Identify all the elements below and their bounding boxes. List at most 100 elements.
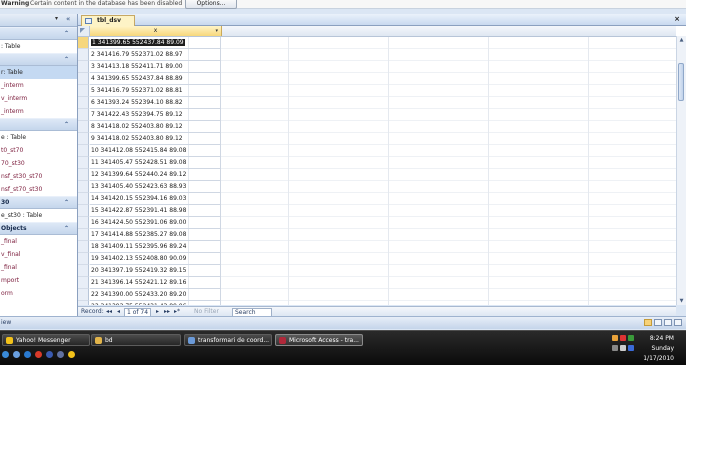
datasheet-view-icon[interactable] bbox=[644, 319, 652, 326]
table-cell[interactable]: 19 341402.13 552408.80 90.09 bbox=[90, 253, 221, 265]
nav-item-query[interactable]: t0_st70 bbox=[0, 144, 77, 157]
record-selector[interactable] bbox=[78, 37, 89, 49]
design-view-icon[interactable] bbox=[674, 319, 682, 326]
table-cell[interactable]: 9 341418.02 552403.80 89.12 bbox=[90, 133, 221, 145]
table-cell[interactable]: 7 341422.43 552394.75 89.12 bbox=[90, 109, 221, 121]
table-row[interactable]: 21 341396.14 552421.12 89.16 bbox=[78, 277, 222, 289]
network-icon[interactable] bbox=[628, 335, 634, 341]
vertical-scrollbar[interactable]: ▲ ▼ bbox=[676, 36, 686, 305]
nav-item-query[interactable]: nsf_st70_st30 bbox=[0, 183, 77, 196]
taskbar-button[interactable]: Yahoo! Messenger bbox=[2, 334, 90, 346]
record-selector[interactable] bbox=[78, 49, 89, 61]
close-document-icon[interactable]: × bbox=[674, 14, 680, 24]
table-row[interactable]: 12 341399.64 552440.24 89.12 bbox=[78, 169, 222, 181]
chevron-up-icon[interactable]: ⌃ bbox=[64, 223, 69, 234]
table-cell[interactable]: 14 341420.15 552394.16 89.03 bbox=[90, 193, 221, 205]
nav-group-header[interactable]: Objects ⌃ bbox=[0, 222, 77, 235]
table-cell[interactable]: 17 341414.88 552385.27 89.08 bbox=[90, 229, 221, 241]
record-selector[interactable] bbox=[78, 301, 89, 305]
nav-item-query[interactable]: nsf_st30_st70 bbox=[0, 170, 77, 183]
record-selector[interactable] bbox=[78, 61, 89, 73]
table-row[interactable]: 18 341409.11 552395.96 89.24 bbox=[78, 241, 222, 253]
record-selector[interactable] bbox=[78, 217, 89, 229]
scroll-down-icon[interactable]: ▼ bbox=[677, 297, 686, 305]
nav-item-query[interactable]: _final bbox=[0, 235, 77, 248]
windows-orb-icon[interactable] bbox=[2, 351, 9, 358]
table-cell[interactable]: 6 341393.24 552394.10 88.82 bbox=[90, 97, 221, 109]
nav-item-query[interactable]: _interm bbox=[0, 105, 77, 118]
table-cell[interactable]: 23 341393.75 552431.43 89.06 bbox=[90, 301, 221, 305]
display-icon[interactable] bbox=[628, 345, 634, 351]
taskbar-button[interactable]: bd bbox=[91, 334, 181, 346]
table-row[interactable]: 19 341402.13 552408.80 90.09 bbox=[78, 253, 222, 265]
chevron-up-icon[interactable]: ⌃ bbox=[64, 54, 69, 65]
table-cell[interactable]: 5 341416.79 552371.02 88.81 bbox=[90, 85, 221, 97]
table-cell[interactable]: 21 341396.14 552421.12 89.16 bbox=[90, 277, 221, 289]
opera-icon[interactable] bbox=[35, 351, 42, 358]
nav-item-table[interactable]: e_st30 : Table bbox=[0, 209, 77, 222]
table-row[interactable]: 16 341424.50 552391.06 89.00 bbox=[78, 217, 222, 229]
column-sort-dropdown-icon[interactable]: ▾ bbox=[215, 26, 218, 36]
record-selector[interactable] bbox=[78, 193, 89, 205]
select-all-button[interactable] bbox=[78, 26, 90, 36]
record-selector[interactable] bbox=[78, 85, 89, 97]
pivotchart-view-icon[interactable] bbox=[664, 319, 672, 326]
record-selector[interactable] bbox=[78, 205, 89, 217]
scroll-thumb[interactable] bbox=[678, 63, 684, 101]
taskbar-button[interactable]: transformari de coord... bbox=[184, 334, 272, 346]
table-cell[interactable]: 4 341399.65 552437.84 88.89 bbox=[90, 73, 221, 85]
nav-item-query[interactable]: _final bbox=[0, 261, 77, 274]
table-row[interactable]: 4 341399.65 552437.84 88.89 bbox=[78, 73, 222, 85]
table-row[interactable]: 9 341418.02 552403.80 89.12 bbox=[78, 133, 222, 145]
nav-item-query[interactable]: 70_st30 bbox=[0, 157, 77, 170]
show-desktop-icon[interactable] bbox=[13, 351, 20, 358]
table-row[interactable]: 23 341393.75 552431.43 89.06 bbox=[78, 301, 222, 305]
table-cell[interactable]: 11 341405.47 552428.51 89.08 bbox=[90, 157, 221, 169]
table-row[interactable]: 14 341420.15 552394.16 89.03 bbox=[78, 193, 222, 205]
table-row[interactable]: 10 341412.08 552415.84 89.08 bbox=[78, 145, 222, 157]
record-selector[interactable] bbox=[78, 73, 89, 85]
taskbar-button[interactable]: Microsoft Access - tra... bbox=[275, 334, 363, 346]
table-row[interactable]: 6 341393.24 552394.10 88.82 bbox=[78, 97, 222, 109]
table-row[interactable]: 7 341422.43 552394.75 89.12 bbox=[78, 109, 222, 121]
nav-item-query[interactable]: v_final bbox=[0, 248, 77, 261]
nav-group-header[interactable]: ⌃ bbox=[0, 118, 77, 131]
table-cell[interactable]: 1 341399.65 552437.84 89.09 bbox=[90, 37, 221, 49]
table-cell[interactable]: 2 341416.79 552371.02 88.97 bbox=[90, 49, 221, 61]
speaker-icon[interactable] bbox=[620, 345, 626, 351]
signal-icon[interactable] bbox=[612, 345, 618, 351]
nav-item-table[interactable]: e : Table bbox=[0, 131, 77, 144]
table-row[interactable]: 5 341416.79 552371.02 88.81 bbox=[78, 85, 222, 97]
scroll-up-icon[interactable]: ▲ bbox=[677, 36, 686, 44]
chevron-up-icon[interactable]: ⌃ bbox=[64, 197, 69, 208]
clock-time[interactable]: 8:24 PM bbox=[650, 335, 674, 342]
table-row[interactable]: 17 341414.88 552385.27 89.08 bbox=[78, 229, 222, 241]
nav-group-header[interactable]: ⌃ bbox=[0, 53, 77, 66]
record-selector[interactable] bbox=[78, 289, 89, 301]
table-cell[interactable]: 20 341397.19 552419.32 89.15 bbox=[90, 265, 221, 277]
nav-item-query[interactable]: v_interm bbox=[0, 92, 77, 105]
record-selector[interactable] bbox=[78, 109, 89, 121]
pivottable-view-icon[interactable] bbox=[654, 319, 662, 326]
chevron-up-icon[interactable]: ⌃ bbox=[64, 28, 69, 39]
shutter-bar-collapse-icon[interactable]: « bbox=[66, 15, 70, 23]
column-header-x[interactable]: x ▾ bbox=[90, 26, 222, 36]
record-selector[interactable] bbox=[78, 97, 89, 109]
record-selector[interactable] bbox=[78, 277, 89, 289]
table-row[interactable]: 2 341416.79 552371.02 88.97 bbox=[78, 49, 222, 61]
nav-item-query[interactable]: orm bbox=[0, 287, 77, 300]
table-cell[interactable]: 3 341413.18 552411.71 89.00 bbox=[90, 61, 221, 73]
nav-item-query[interactable]: mport bbox=[0, 274, 77, 287]
table-row[interactable]: 13 341405.40 552423.63 88.93 bbox=[78, 181, 222, 193]
table-cell[interactable]: 18 341409.11 552395.96 89.24 bbox=[90, 241, 221, 253]
table-row[interactable]: 3 341413.18 552411.71 89.00 bbox=[78, 61, 222, 73]
record-selector[interactable] bbox=[78, 265, 89, 277]
table-cell[interactable]: 10 341412.08 552415.84 89.08 bbox=[90, 145, 221, 157]
alert-icon[interactable] bbox=[620, 335, 626, 341]
messenger-icon[interactable] bbox=[68, 351, 75, 358]
options-button[interactable]: Options... bbox=[185, 0, 237, 9]
nav-item-table[interactable]: r: Table bbox=[0, 66, 77, 79]
save-icon[interactable] bbox=[57, 351, 64, 358]
media-icon[interactable] bbox=[46, 351, 53, 358]
tab-tbl-dsv[interactable]: tbl_dsv bbox=[81, 15, 135, 26]
